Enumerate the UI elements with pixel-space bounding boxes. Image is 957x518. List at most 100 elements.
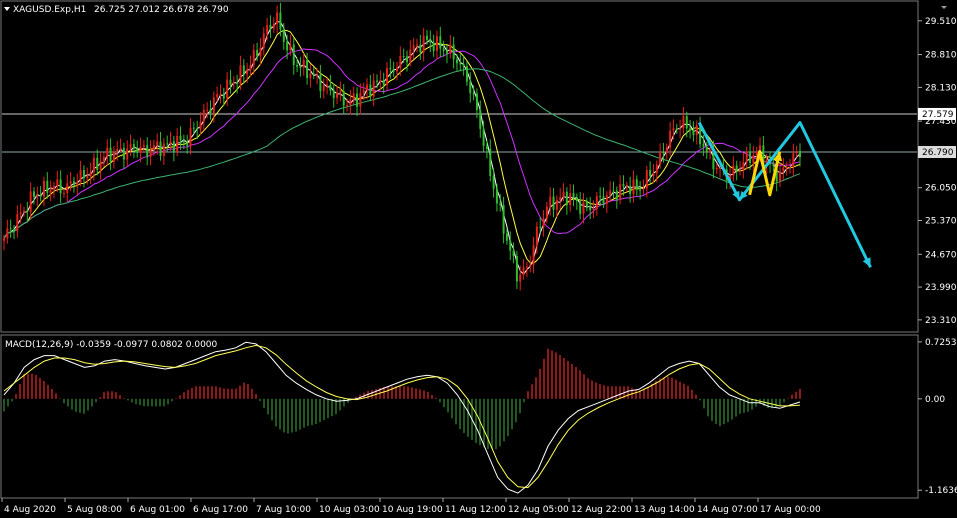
candle-body: [475, 93, 478, 110]
candle-body: [439, 36, 442, 49]
candle-body: [236, 82, 239, 84]
candle-body: [139, 146, 142, 153]
candle-body: [346, 105, 349, 107]
candle-body: [396, 67, 399, 72]
candle-body: [352, 93, 355, 100]
candle-body: [129, 144, 132, 149]
candle-body: [76, 182, 79, 186]
macd-tick-label: -1.1636: [925, 486, 957, 496]
candle-body: [529, 264, 532, 267]
candle-body: [169, 141, 172, 144]
candle-body: [469, 81, 472, 94]
candle-body: [665, 147, 668, 154]
candle-body: [312, 73, 315, 75]
candle-body: [189, 127, 192, 146]
candle-body: [442, 48, 445, 51]
candle-body: [59, 179, 62, 194]
candle-body: [259, 47, 262, 57]
candle-body: [782, 167, 785, 172]
candle-body: [432, 42, 435, 51]
candle-body: [655, 164, 658, 173]
time-tick-label: 5 Aug 08:00: [67, 505, 122, 515]
candle-body: [62, 192, 65, 194]
candle-body: [82, 170, 85, 179]
candle-body: [226, 79, 229, 99]
candle-body: [519, 274, 522, 282]
candle-body: [572, 193, 575, 198]
candle-body: [106, 147, 109, 158]
candle-body: [309, 73, 312, 79]
macd-tick-label: 0.00: [925, 395, 945, 405]
price-tick-label: 26.050: [925, 184, 957, 194]
candle-body: [49, 189, 52, 193]
candle-body: [735, 165, 738, 171]
candle-body: [39, 195, 42, 197]
candle-body: [752, 155, 755, 163]
candle-body: [589, 205, 592, 211]
candle-body: [409, 49, 412, 63]
candle-body: [382, 80, 385, 85]
candle-body: [69, 181, 72, 184]
candle-body: [276, 12, 279, 24]
candle-body: [792, 153, 795, 167]
corner-arrow-icon: [941, 6, 947, 9]
symbol-label: XAGUSD.Exp,H1: [13, 5, 86, 15]
time-tick-label: 6 Aug 17:00: [193, 505, 248, 515]
candle-body: [435, 36, 438, 51]
candle-body: [582, 201, 585, 214]
candle-body: [322, 85, 325, 91]
candle-body: [399, 56, 402, 68]
candle-body: [56, 179, 59, 187]
candle-body: [252, 50, 255, 65]
candle-body: [99, 161, 102, 170]
chart-canvas[interactable]: XAGUSD.Exp,H1 26.725 27.012 26.678 26.79…: [0, 0, 957, 518]
candle-body: [22, 210, 25, 213]
candle-body: [629, 185, 632, 195]
time-tick-label: 14 Aug 07:00: [697, 505, 758, 515]
candle-body: [162, 143, 165, 156]
candle-body: [402, 56, 405, 58]
candle-body: [212, 97, 215, 114]
candle-body: [549, 196, 552, 207]
candle-body: [159, 141, 162, 156]
candle-body: [415, 44, 418, 46]
candle-body: [12, 229, 15, 232]
candle-body: [332, 90, 335, 99]
candle-body: [619, 184, 622, 200]
candle-body: [495, 188, 498, 204]
time-tick-label: 6 Aug 01:00: [130, 505, 185, 515]
candle-body: [599, 196, 602, 198]
candle-body: [182, 140, 185, 143]
candle-body: [359, 93, 362, 107]
candle-body: [292, 44, 295, 66]
candle-body: [132, 144, 135, 149]
candle-body: [462, 64, 465, 67]
candle-body: [449, 44, 452, 54]
candle-body: [186, 142, 189, 146]
candle-body: [19, 212, 22, 215]
candle-body: [445, 50, 448, 54]
candle-body: [785, 166, 788, 168]
candle-body: [772, 164, 775, 166]
candle-body: [376, 80, 379, 82]
candle-body: [612, 190, 615, 192]
candle-body: [552, 196, 555, 210]
candle-body: [732, 165, 735, 176]
candle-body: [755, 151, 758, 156]
candle-body: [642, 188, 645, 190]
candle-body: [202, 109, 205, 122]
candle-body: [632, 179, 635, 195]
candle-body: [695, 125, 698, 136]
candle-body: [229, 79, 232, 85]
candle-body: [702, 144, 705, 147]
candle-body: [595, 196, 598, 210]
candle-body: [609, 190, 612, 196]
candle-body: [635, 179, 638, 190]
candle-body: [789, 166, 792, 168]
candle-body: [86, 176, 89, 179]
candle-body: [146, 145, 149, 157]
candle-body: [219, 93, 222, 95]
time-tick-label: 7 Aug 10:00: [256, 505, 311, 515]
candle-body: [575, 197, 578, 202]
candle-body: [29, 191, 32, 212]
